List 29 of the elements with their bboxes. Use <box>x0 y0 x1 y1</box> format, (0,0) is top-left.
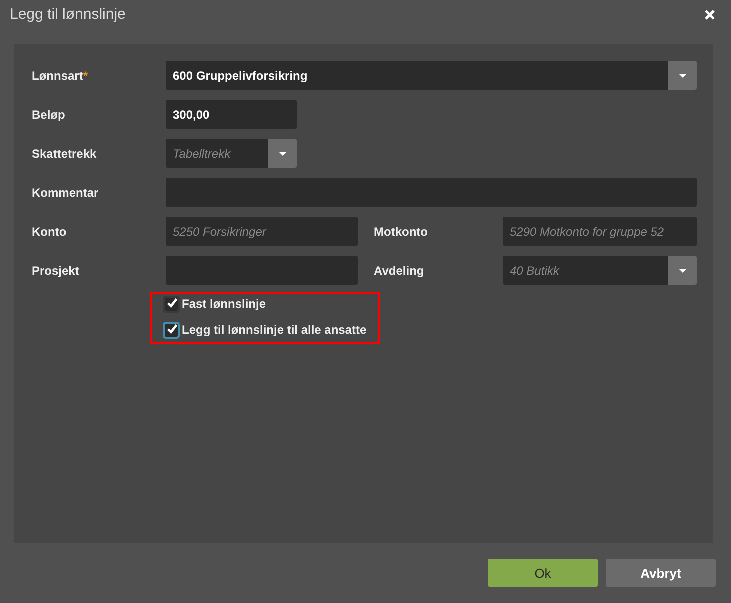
input-field[interactable]: 300,00 <box>166 100 297 129</box>
cancel-button[interactable]: Avbryt <box>606 559 716 587</box>
field-label: Avdeling <box>373 264 426 278</box>
field-label: Lønnsart* <box>32 68 90 82</box>
field-label: Beløp <box>32 108 66 122</box>
input-field[interactable] <box>166 256 358 285</box>
dropdown-field[interactable]: 40 Butikk <box>503 256 697 285</box>
field-label: Prosjekt <box>32 264 80 278</box>
field-label: Skattetrekk <box>32 146 98 160</box>
field-label: Konto <box>32 224 68 238</box>
dropdown-button[interactable] <box>268 139 297 168</box>
caret-icon <box>678 74 686 78</box>
ok-button[interactable]: Ok <box>488 559 598 587</box>
input-field[interactable]: 5250 Forsikringer <box>166 217 358 246</box>
dropdown-button[interactable] <box>668 256 697 285</box>
window-title: Legg til lønnslinje <box>10 6 126 24</box>
checkbox-label: Legg til lønnslinje til alle ansatte <box>182 323 367 337</box>
checkbox-label: Fast lønnslinje <box>182 297 266 311</box>
input-field[interactable]: 5290 Motkonto for gruppe 52 <box>503 217 697 246</box>
caret-icon <box>678 268 686 272</box>
field-label: Motkonto <box>373 224 429 238</box>
close-icon[interactable] <box>704 9 716 21</box>
required-mark: * <box>83 68 88 82</box>
dropdown-field[interactable]: Tabelltrekk <box>166 139 297 168</box>
caret-icon <box>278 152 286 156</box>
dropdown-button[interactable] <box>668 61 697 90</box>
field-label: Kommentar <box>32 186 100 200</box>
input-field[interactable] <box>166 178 697 207</box>
dropdown-field[interactable]: 600 Gruppelivforsikring <box>166 61 697 90</box>
